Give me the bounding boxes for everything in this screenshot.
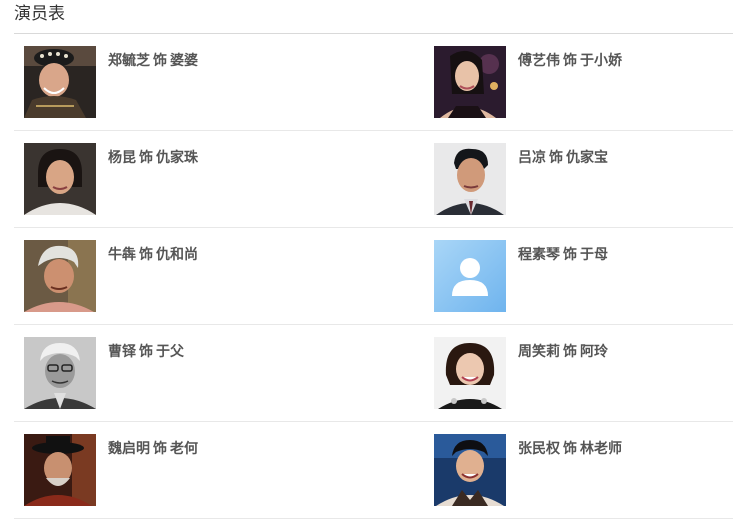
role-name[interactable]: 仇家宝	[566, 150, 608, 166]
default-avatar-icon[interactable]	[434, 240, 506, 312]
cast-credit[interactable]: 曹铎饰于父	[108, 344, 184, 360]
actor-photo[interactable]	[24, 143, 96, 215]
cast-row: 魏启明饰老何 张民权饰林老师	[14, 422, 733, 519]
role-connector: 饰	[563, 53, 577, 69]
role-connector: 饰	[563, 247, 577, 263]
cast-item[interactable]: 吕凉饰仇家宝	[434, 143, 733, 215]
role-name[interactable]: 老何	[170, 441, 198, 457]
role-connector: 饰	[139, 344, 153, 360]
cast-item[interactable]: 张民权饰林老师	[434, 434, 733, 506]
cast-credit[interactable]: 吕凉饰仇家宝	[518, 150, 608, 166]
cast-item[interactable]: 曹铎饰于父	[24, 337, 324, 409]
role-name[interactable]: 于母	[580, 247, 608, 263]
role-name[interactable]: 于父	[156, 344, 184, 360]
role-name[interactable]: 于小娇	[580, 53, 622, 69]
cast-item[interactable]: 郑毓芝饰婆婆	[24, 46, 324, 118]
cast-item[interactable]: 傅艺伟饰于小娇	[434, 46, 733, 118]
role-connector: 饰	[549, 150, 563, 166]
actor-name[interactable]: 杨昆	[108, 150, 136, 166]
actor-name[interactable]: 郑毓芝	[108, 53, 150, 69]
actor-photo[interactable]	[434, 143, 506, 215]
actor-name[interactable]: 吕凉	[518, 150, 546, 166]
actor-name[interactable]: 曹铎	[108, 344, 136, 360]
section-title: 演员表	[14, 4, 65, 24]
role-name[interactable]: 阿玲	[580, 344, 608, 360]
actor-photo[interactable]	[24, 240, 96, 312]
actor-photo[interactable]	[434, 337, 506, 409]
actor-name[interactable]: 周笑莉	[518, 344, 560, 360]
role-connector: 饰	[139, 247, 153, 263]
cast-row: 郑毓芝饰婆婆 傅艺伟饰于小娇	[14, 34, 733, 131]
cast-row: 杨昆饰仇家珠 吕凉饰仇家宝	[14, 131, 733, 228]
role-connector: 饰	[153, 53, 167, 69]
role-name[interactable]: 婆婆	[170, 53, 198, 69]
actor-name[interactable]: 牛犇	[108, 247, 136, 263]
actor-photo[interactable]	[24, 337, 96, 409]
role-connector: 饰	[563, 344, 577, 360]
role-name[interactable]: 仇家珠	[156, 150, 198, 166]
cast-credit[interactable]: 郑毓芝饰婆婆	[108, 53, 198, 69]
cast-row: 牛犇饰仇和尚 程素琴饰于母	[14, 228, 733, 325]
cast-credit[interactable]: 程素琴饰于母	[518, 247, 608, 263]
actor-name[interactable]: 张民权	[518, 441, 560, 457]
cast-item[interactable]: 程素琴饰于母	[434, 240, 733, 312]
cast-row: 曹铎饰于父 周笑莉饰阿玲	[14, 325, 733, 422]
role-connector: 饰	[139, 150, 153, 166]
cast-credit[interactable]: 傅艺伟饰于小娇	[518, 53, 622, 69]
actor-photo[interactable]	[24, 46, 96, 118]
cast-credit[interactable]: 杨昆饰仇家珠	[108, 150, 198, 166]
role-connector: 饰	[153, 441, 167, 457]
actor-name[interactable]: 傅艺伟	[518, 53, 560, 69]
role-name[interactable]: 林老师	[580, 441, 622, 457]
actor-photo[interactable]	[434, 46, 506, 118]
cast-item[interactable]: 牛犇饰仇和尚	[24, 240, 324, 312]
cast-item[interactable]: 周笑莉饰阿玲	[434, 337, 733, 409]
actor-name[interactable]: 程素琴	[518, 247, 560, 263]
cast-credit[interactable]: 张民权饰林老师	[518, 441, 622, 457]
cast-item[interactable]: 杨昆饰仇家珠	[24, 143, 324, 215]
cast-list: 郑毓芝饰婆婆 傅艺伟饰于小娇 杨昆 饰 仇家珠 吕凉 饰 仇家宝 牛犇 饰 仇和…	[14, 34, 733, 519]
cast-credit[interactable]: 魏启明饰老何	[108, 441, 198, 457]
cast-credit[interactable]: 牛犇饰仇和尚	[108, 247, 198, 263]
actor-name[interactable]: 魏启明	[108, 441, 150, 457]
role-connector: 饰	[563, 441, 577, 457]
actor-photo[interactable]	[24, 434, 96, 506]
actor-photo[interactable]	[434, 434, 506, 506]
cast-credit[interactable]: 周笑莉饰阿玲	[518, 344, 608, 360]
cast-item[interactable]: 魏启明饰老何	[24, 434, 324, 506]
role-name[interactable]: 仇和尚	[156, 247, 198, 263]
